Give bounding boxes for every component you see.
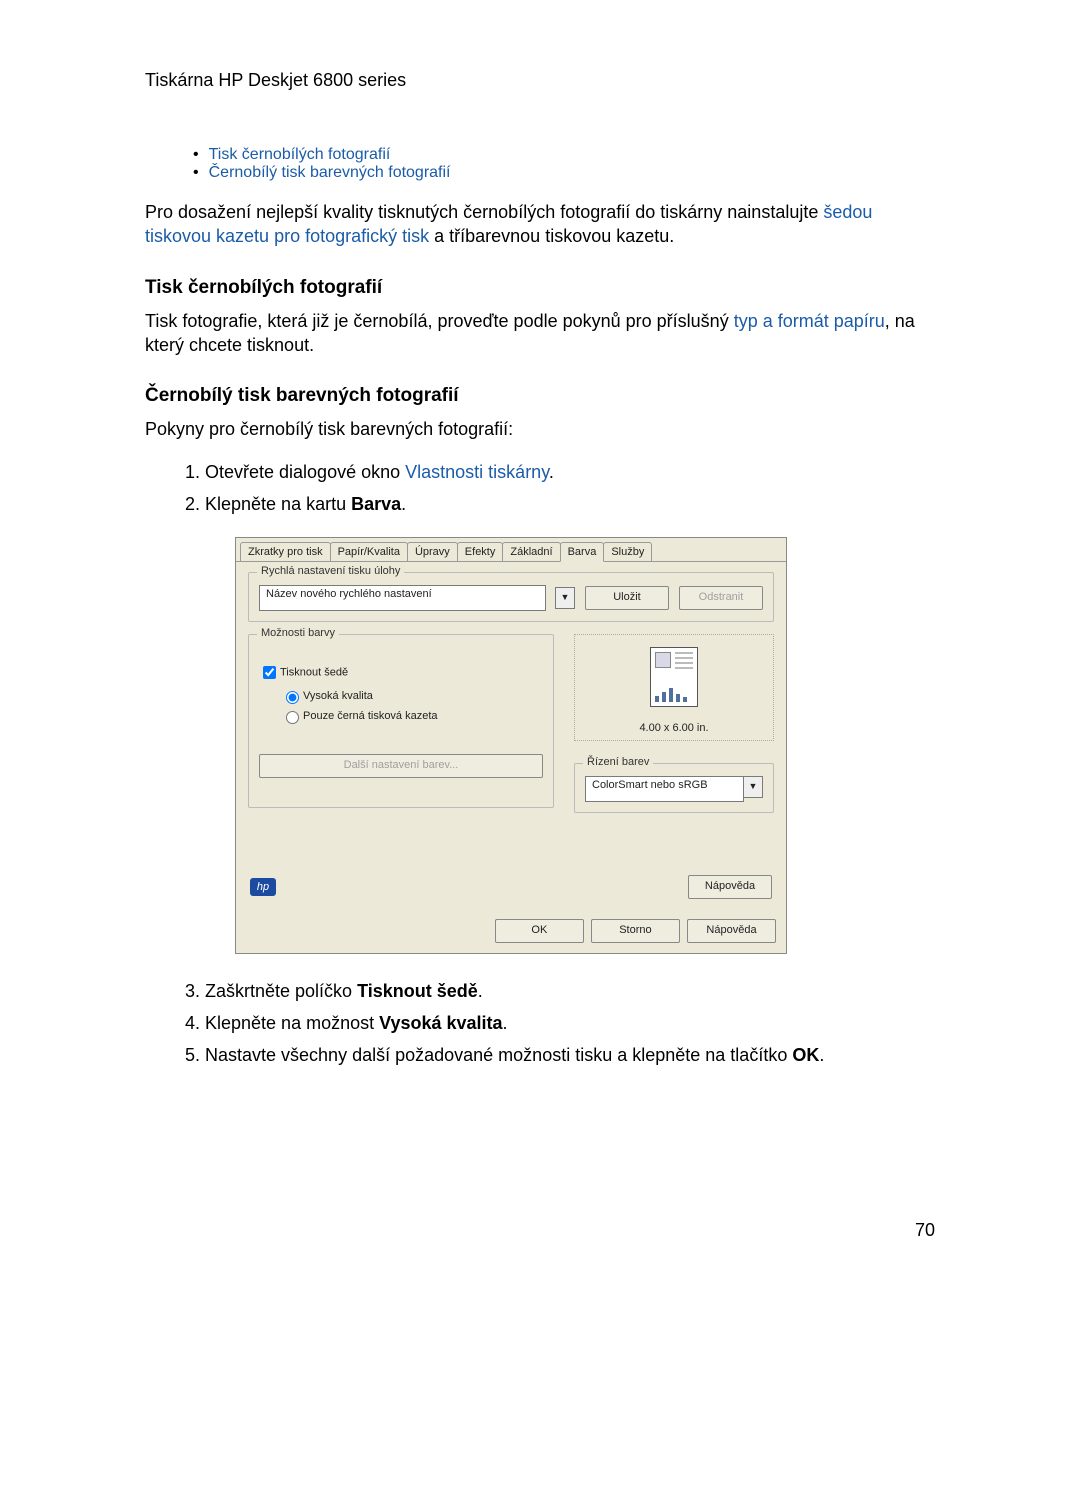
link-bw-color-photos[interactable]: Černobílý tisk barevných fotografií [209, 164, 451, 181]
link-printer-props[interactable]: Vlastnosti tiskárny [405, 462, 549, 482]
intro-paragraph: Pro dosažení nejlepší kvality tisknutých… [145, 200, 935, 249]
group-quicksets-label: Rychlá nastavení tisku úlohy [257, 565, 404, 577]
toc-item: Černobílý tisk barevných fotografií [193, 164, 935, 182]
heading-bw-from-color: Černobílý tisk barevných fotografií [145, 385, 935, 407]
page-preview: 4.00 x 6.00 in. [574, 634, 774, 741]
group-color-mgmt-label: Řízení barev [583, 756, 653, 768]
heading-bw-photos: Tisk černobílých fotografií [145, 277, 935, 299]
tab-edits[interactable]: Úpravy [407, 542, 458, 561]
color-mgmt-dropdown-icon[interactable]: ▼ [743, 776, 763, 798]
checkbox-print-gray[interactable]: Tisknout šedě [259, 663, 543, 682]
quickset-name-input[interactable]: Název nového rychlého nastavení [259, 585, 546, 611]
printer-properties-dialog: Zkratky pro tisk Papír/Kvalita Úpravy Ef… [235, 537, 787, 954]
paragraph-instr: Pokyny pro černobílý tisk barevných foto… [145, 417, 935, 441]
tab-basic[interactable]: Základní [502, 542, 560, 561]
radio-black-only-input[interactable] [286, 711, 299, 724]
tab-effects[interactable]: Efekty [457, 542, 504, 561]
cancel-button[interactable]: Storno [591, 919, 680, 943]
step-2: Klepněte na kartu Barva. [205, 491, 935, 519]
radio-high-quality[interactable]: Vysoká kvalita [281, 688, 543, 704]
page-header: Tiskárna HP Deskjet 6800 series [145, 70, 935, 91]
paragraph-bw: Tisk fotografie, která již je černobílá,… [145, 309, 935, 358]
step-1: Otevřete dialogové okno Vlastnosti tiská… [205, 459, 935, 487]
radio-high-quality-input[interactable] [286, 691, 299, 704]
step-4: Klepněte na možnost Vysoká kvalita. [205, 1010, 935, 1038]
hp-logo-icon: hp [250, 878, 276, 896]
delete-button: Odstranit [679, 586, 763, 610]
help-button-inner[interactable]: Nápověda [688, 875, 772, 899]
help-button-outer[interactable]: Nápověda [687, 919, 776, 943]
step-5: Nastavte všechny další požadované možnos… [205, 1042, 935, 1070]
tab-services[interactable]: Služby [603, 542, 652, 561]
link-paper-type[interactable]: typ a formát papíru [734, 311, 885, 331]
tab-color[interactable]: Barva [560, 542, 605, 562]
color-mgmt-select[interactable]: ColorSmart nebo sRGB [585, 776, 744, 802]
quickset-dropdown-icon[interactable]: ▼ [555, 587, 575, 609]
tab-paper-quality[interactable]: Papír/Kvalita [330, 542, 408, 561]
tab-shortcuts[interactable]: Zkratky pro tisk [240, 542, 331, 561]
preview-dimensions: 4.00 x 6.00 in. [581, 722, 767, 734]
toc-item: Tisk černobílých fotografií [193, 146, 935, 164]
checkbox-print-gray-input[interactable] [263, 666, 276, 679]
link-bw-photos[interactable]: Tisk černobílých fotografií [209, 146, 391, 163]
ok-button[interactable]: OK [495, 919, 584, 943]
step-3: Zaškrtněte políčko Tisknout šedě. [205, 978, 935, 1006]
page-number: 70 [145, 1220, 935, 1241]
more-color-settings-button: Další nastavení barev... [259, 754, 543, 778]
save-button[interactable]: Uložit [585, 586, 669, 610]
radio-black-only[interactable]: Pouze černá tisková kazeta [281, 708, 543, 724]
group-color-options-label: Možnosti barvy [257, 627, 339, 639]
preview-thumb-icon [655, 652, 671, 668]
